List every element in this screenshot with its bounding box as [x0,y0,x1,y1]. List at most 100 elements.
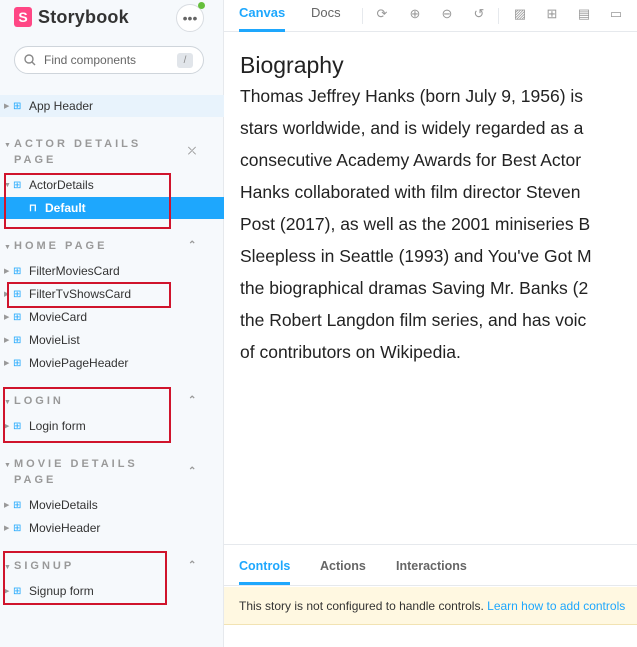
collapse-all-icon[interactable]: ⤫ [188,144,196,160]
caret-right-icon: ▶ [4,360,10,367]
measure-icon[interactable]: ▭ [608,6,624,22]
controls-notice: This story is not configured to handle c… [224,587,637,625]
caret-right-icon: ▶ [4,103,10,110]
zoom-out-icon[interactable]: ⊖ [439,6,455,22]
biography-line: stars worldwide, and is widely regarded … [240,118,584,138]
component-icon: ⊞ [13,311,22,323]
expand-collapse-icon[interactable]: ⌃ [188,558,196,574]
group-title: ACTOR DETAILS PAGE [14,138,142,166]
update-status-dot [198,2,205,9]
tree-item-label: Signup form [29,584,94,598]
component-icon: ⊞ [13,499,22,511]
caret-right-icon: ▶ [4,525,10,532]
addons-panel: Controls Actions Interactions This story… [224,544,637,647]
tree-item-moviedetails[interactable]: ▶ ⊞ MovieDetails [0,494,224,516]
toolbar: Canvas Docs ⟳ ⊕ ⊖ ↺ ▨ ⊞ ▤ ▭ [224,0,637,32]
component-icon: ⊞ [13,334,22,346]
tree-item-label: MovieHeader [29,521,101,535]
tab-controls[interactable]: Controls [239,545,291,585]
caret-down-icon: ▼ [4,399,11,406]
tree-item-actordetails[interactable]: ▼ ⊞ ActorDetails [0,174,224,196]
caret-right-icon: ▶ [4,268,10,275]
tab-actions[interactable]: Actions [320,545,366,587]
grid-icon[interactable]: ⊞ [544,6,560,22]
toolbar-divider [362,8,363,24]
caret-right-icon: ▶ [4,291,10,298]
tree-item-moviecard[interactable]: ▶ ⊞ MovieCard [0,306,224,328]
biography-heading: Biography [240,52,344,78]
caret-down-icon: ▼ [4,181,11,189]
toolbar-divider [498,8,499,24]
panel-tabs-divider [224,585,637,586]
tree-item-label: MovieCard [29,310,88,324]
tree-item-label: FilterMoviesCard [29,264,120,278]
tree-item-label: MoviePageHeader [29,356,129,370]
search-icon [23,54,36,67]
tree-item-app-header[interactable]: ▶ ⊞ App Header [0,95,224,117]
reload-icon[interactable]: ⟳ [374,6,390,22]
caret-right-icon: ▶ [4,588,10,595]
biography-line: Hanks collaborated with film director St… [240,182,581,202]
tree-item-login-form[interactable]: ▶ ⊞ Login form [0,415,224,437]
tab-docs[interactable]: Docs [311,0,341,32]
component-icon: ⊞ [13,265,22,277]
sidebar: S Storybook ••• / ▶ ⊞ App Header ▼ ACTOR… [0,0,224,647]
expand-collapse-icon[interactable]: ⌃ [188,393,196,409]
biography-line: of contributors on Wikipedia. [240,342,461,362]
component-icon: ⊞ [13,585,22,597]
expand-collapse-icon[interactable]: ⌃ [188,464,196,480]
tree-item-filtertvshowscard[interactable]: ▶ ⊞ FilterTvShowsCard [0,283,224,305]
tree-item-label: MovieList [29,333,80,347]
biography-line: Thomas Jeffrey Hanks (born July 9, 1956)… [240,86,584,106]
caret-down-icon: ▼ [4,244,11,251]
biography-line: the Robert Langdon film series, and has … [240,310,587,330]
component-icon: ⊞ [13,288,22,300]
tree-item-default-story[interactable]: ⊓ Default [0,197,224,219]
viewport-icon[interactable]: ▤ [576,6,592,22]
search-shortcut-key: / [177,53,193,68]
storybook-logo-icon: S [14,7,32,27]
biography-line: Sleepless in Seattle (1993) and You've G… [240,246,592,266]
background-icon[interactable]: ▨ [512,6,528,22]
brand[interactable]: S Storybook [14,6,129,28]
tab-interactions[interactable]: Interactions [396,545,467,587]
group-title: LOGIN [14,395,64,407]
tab-canvas[interactable]: Canvas [239,0,286,32]
zoom-reset-icon[interactable]: ↺ [471,6,487,22]
biography-line: Post (2017), as well as the 2001 miniser… [240,214,591,234]
group-title: HOME PAGE [14,240,108,252]
story-canvas: Biography Thomas Jeffrey Hanks (born Jul… [224,32,637,544]
caret-right-icon: ▶ [4,502,10,509]
tree-item-moviepageheader[interactable]: ▶ ⊞ MoviePageHeader [0,352,224,374]
search-input[interactable] [44,53,174,67]
tree-item-movieheader[interactable]: ▶ ⊞ MovieHeader [0,517,224,539]
notice-text: This story is not configured to handle c… [239,599,488,613]
component-icon: ⊞ [13,100,22,112]
component-icon: ⊞ [13,420,22,432]
biography-line: consecutive Academy Awards for Best Acto… [240,150,582,170]
tree-item-label: Login form [29,419,86,433]
caret-down-icon: ▼ [4,142,11,149]
component-icon: ⊞ [13,179,22,191]
tree-item-label: MovieDetails [29,498,98,512]
brand-name: Storybook [38,6,129,27]
tree-item-movielist[interactable]: ▶ ⊞ MovieList [0,329,224,351]
caret-right-icon: ▶ [4,314,10,321]
biography-line: the biographical dramas Saving Mr. Banks… [240,278,589,298]
caret-right-icon: ▶ [4,423,10,430]
tree-item-label: FilterTvShowsCard [29,287,132,301]
component-icon: ⊞ [13,522,22,534]
search-box[interactable]: / [14,46,204,74]
tree-item-signup-form[interactable]: ▶ ⊞ Signup form [0,580,224,602]
expand-collapse-icon[interactable]: ⌃ [188,238,196,254]
caret-down-icon: ▼ [4,462,11,469]
caret-right-icon: ▶ [4,337,10,344]
group-title: SIGNUP [14,560,75,572]
caret-down-icon: ▼ [4,564,11,571]
learn-controls-link[interactable]: Learn how to add controls [487,599,625,613]
tree-item-label: ActorDetails [29,178,94,192]
bookmark-icon: ⊓ [29,202,37,214]
group-title: MOVIE DETAILS PAGE [14,458,138,486]
zoom-in-icon[interactable]: ⊕ [407,6,423,22]
tree-item-filtermoviescard[interactable]: ▶ ⊞ FilterMoviesCard [0,260,224,282]
